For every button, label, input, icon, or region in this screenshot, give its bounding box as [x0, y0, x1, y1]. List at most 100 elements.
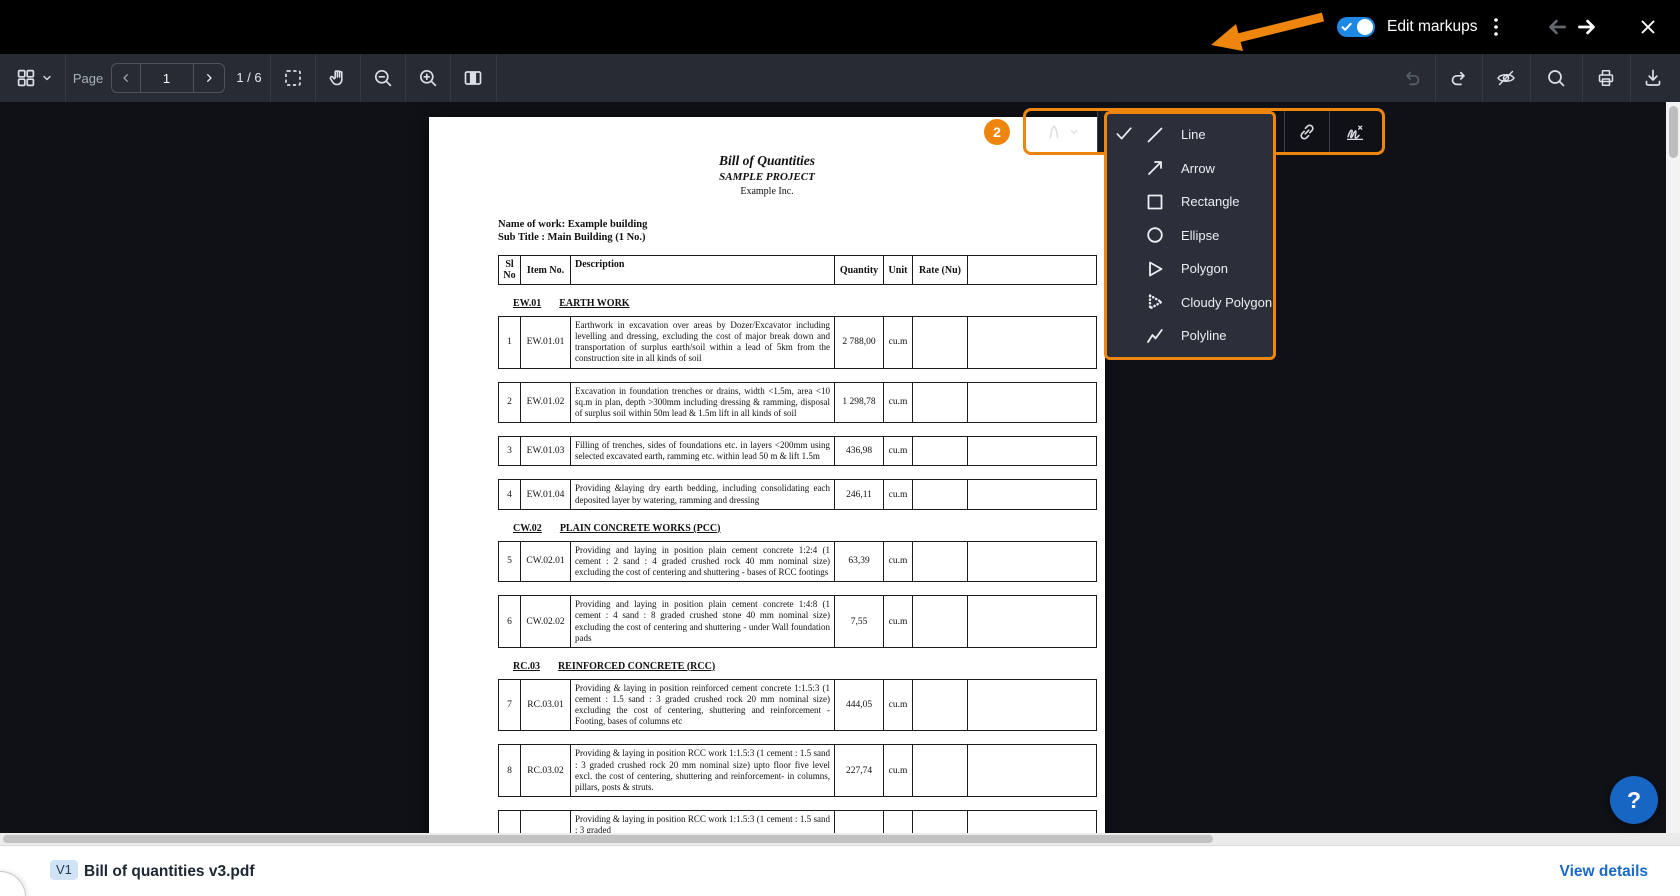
- table-row: 3EW.01.03Filling of trenches, sides of f…: [498, 436, 1097, 466]
- marquee-select-icon: [281, 66, 305, 90]
- cloudy-polygon-icon: [1145, 292, 1165, 312]
- hand-icon: [326, 66, 350, 90]
- cell-item: EW.01.04: [520, 480, 570, 508]
- cell-rate: [912, 437, 967, 465]
- section-code: CW.02: [513, 523, 542, 534]
- pan-tool-button[interactable]: [315, 54, 360, 102]
- cell-rate: [912, 542, 967, 581]
- horizontal-scrollbar[interactable]: [0, 833, 1680, 845]
- document-subtitle: SAMPLE PROJECT: [429, 171, 1105, 183]
- top-bar: Edit markups: [0, 0, 1680, 54]
- cell-desc: Providing and laying in position plain c…: [570, 542, 834, 581]
- table-row: 8RC.03.02Providing & laying in position …: [498, 744, 1097, 797]
- menu-item-label: Cloudy Polygon: [1181, 295, 1272, 310]
- pen-tool-button[interactable]: [1026, 111, 1098, 152]
- polyline-icon: [1145, 326, 1165, 346]
- cell-unit: cu.m: [883, 745, 912, 796]
- edit-markups-label: Edit markups: [1387, 0, 1477, 54]
- toolbar: Page 1 / 6: [0, 54, 1680, 102]
- corner-curve-decoration: [0, 871, 26, 896]
- cell-unit: cu.m: [883, 596, 912, 647]
- edit-markups-toggle[interactable]: [1337, 17, 1375, 37]
- undo-button[interactable]: [1388, 54, 1435, 102]
- cell-desc: Providing & laying in position RCC work …: [570, 745, 834, 796]
- cell-amount: [967, 317, 1098, 368]
- cell-qty: 1 298,78: [834, 383, 883, 422]
- cell-unit: Unit: [883, 256, 912, 284]
- cell-unit: cu.m: [883, 383, 912, 422]
- cell-sl: 5: [499, 542, 520, 581]
- pen-tool-icon: [1042, 120, 1066, 144]
- zoom-out-button[interactable]: [360, 54, 405, 102]
- arrow-icon: [1137, 158, 1173, 178]
- cell-desc: Providing &laying dry earth bedding, inc…: [570, 480, 834, 508]
- section-title: REINFORCED CONCRETE (RCC): [558, 661, 715, 672]
- download-button[interactable]: [1630, 54, 1676, 102]
- print-button[interactable]: [1582, 54, 1630, 102]
- menu-item-line[interactable]: Line: [1107, 118, 1273, 152]
- cell-rate: [912, 680, 967, 731]
- table-header-row: Sl NoItem No.DescriptionQuantityUnitRate…: [498, 255, 1097, 285]
- signature-tool-button[interactable]: [1330, 111, 1380, 152]
- polyline-icon: [1137, 326, 1173, 346]
- menu-item-ellipse[interactable]: Ellipse: [1107, 219, 1273, 253]
- rectangle-icon: [1137, 192, 1173, 212]
- page-layout-button[interactable]: [450, 54, 496, 102]
- previous-page-button[interactable]: [112, 64, 141, 92]
- cell-sl: 3: [499, 437, 520, 465]
- menu-item-rectangle[interactable]: Rectangle: [1107, 185, 1273, 219]
- document-canvas[interactable]: Bill of Quantities SAMPLE PROJECT Exampl…: [0, 102, 1666, 833]
- cell-item: Item No.: [520, 256, 570, 284]
- cell-desc: Providing & laying in position reinforce…: [570, 680, 834, 731]
- horizontal-scrollbar-thumb[interactable]: [3, 835, 1213, 843]
- cell-qty: Quantity: [834, 256, 883, 284]
- section-heading-cw.02: CW.02 PLAIN CONCRETE WORKS (PCC): [498, 523, 1097, 534]
- zoom-in-button[interactable]: [405, 54, 450, 102]
- download-icon: [1641, 66, 1665, 90]
- menu-item-label: Polygon: [1181, 261, 1228, 276]
- cell-item: EW.01.02: [520, 383, 570, 422]
- kebab-menu-icon: [1484, 13, 1508, 41]
- more-options-button[interactable]: [1482, 13, 1510, 41]
- ellipse-icon: [1145, 225, 1165, 245]
- thumbnail-panel-button[interactable]: [6, 54, 64, 102]
- menu-item-cloudy-polygon[interactable]: Cloudy Polygon: [1107, 286, 1273, 320]
- next-file-button[interactable]: [1573, 13, 1601, 41]
- cell-sl: 1: [499, 317, 520, 368]
- orange-arrow-annotation: [1205, 5, 1333, 51]
- page-number-input[interactable]: [141, 64, 194, 92]
- link-tool-button[interactable]: [1285, 111, 1330, 152]
- view-details-link[interactable]: View details: [1560, 846, 1648, 896]
- menu-item-polyline[interactable]: Polyline: [1107, 319, 1273, 353]
- menu-item-polygon[interactable]: Polygon: [1107, 252, 1273, 286]
- document-company: Example Inc.: [429, 186, 1105, 197]
- section-title: PLAIN CONCRETE WORKS (PCC): [560, 523, 721, 534]
- page-navigator: [111, 63, 225, 93]
- redo-button[interactable]: [1435, 54, 1482, 102]
- search-button[interactable]: [1530, 54, 1582, 102]
- vertical-scrollbar-thumb[interactable]: [1669, 106, 1678, 158]
- close-button[interactable]: [1634, 13, 1662, 41]
- help-button[interactable]: ?: [1610, 776, 1658, 824]
- cell-item: [520, 811, 570, 833]
- vertical-scrollbar[interactable]: [1666, 102, 1680, 833]
- cell-desc: Excavation in foundation trenches or dra…: [570, 383, 834, 422]
- chevron-down-icon: [38, 69, 56, 87]
- marquee-select-button[interactable]: [270, 54, 315, 102]
- cell-desc: Filling of trenches, sides of foundation…: [570, 437, 834, 465]
- section-heading-rc.03: RC.03REINFORCED CONCRETE (RCC): [498, 661, 1097, 672]
- polygon-icon: [1145, 259, 1165, 279]
- cell-item: EW.01.03: [520, 437, 570, 465]
- pdf-markup-viewer: Edit markups: [0, 0, 1680, 896]
- cell-desc: Providing and laying in position plain c…: [570, 596, 834, 647]
- cell-amount: [967, 745, 1098, 796]
- previous-file-button[interactable]: [1543, 13, 1571, 41]
- menu-item-arrow[interactable]: Arrow: [1107, 152, 1273, 186]
- cell-qty: 227,74: [834, 745, 883, 796]
- next-page-button[interactable]: [194, 64, 224, 92]
- hide-markups-button[interactable]: [1482, 54, 1530, 102]
- cell-unit: cu.m: [883, 317, 912, 368]
- cell-sl: 8: [499, 745, 520, 796]
- cell-rate: Rate (Nu): [912, 256, 967, 284]
- cell-qty: 63,39: [834, 542, 883, 581]
